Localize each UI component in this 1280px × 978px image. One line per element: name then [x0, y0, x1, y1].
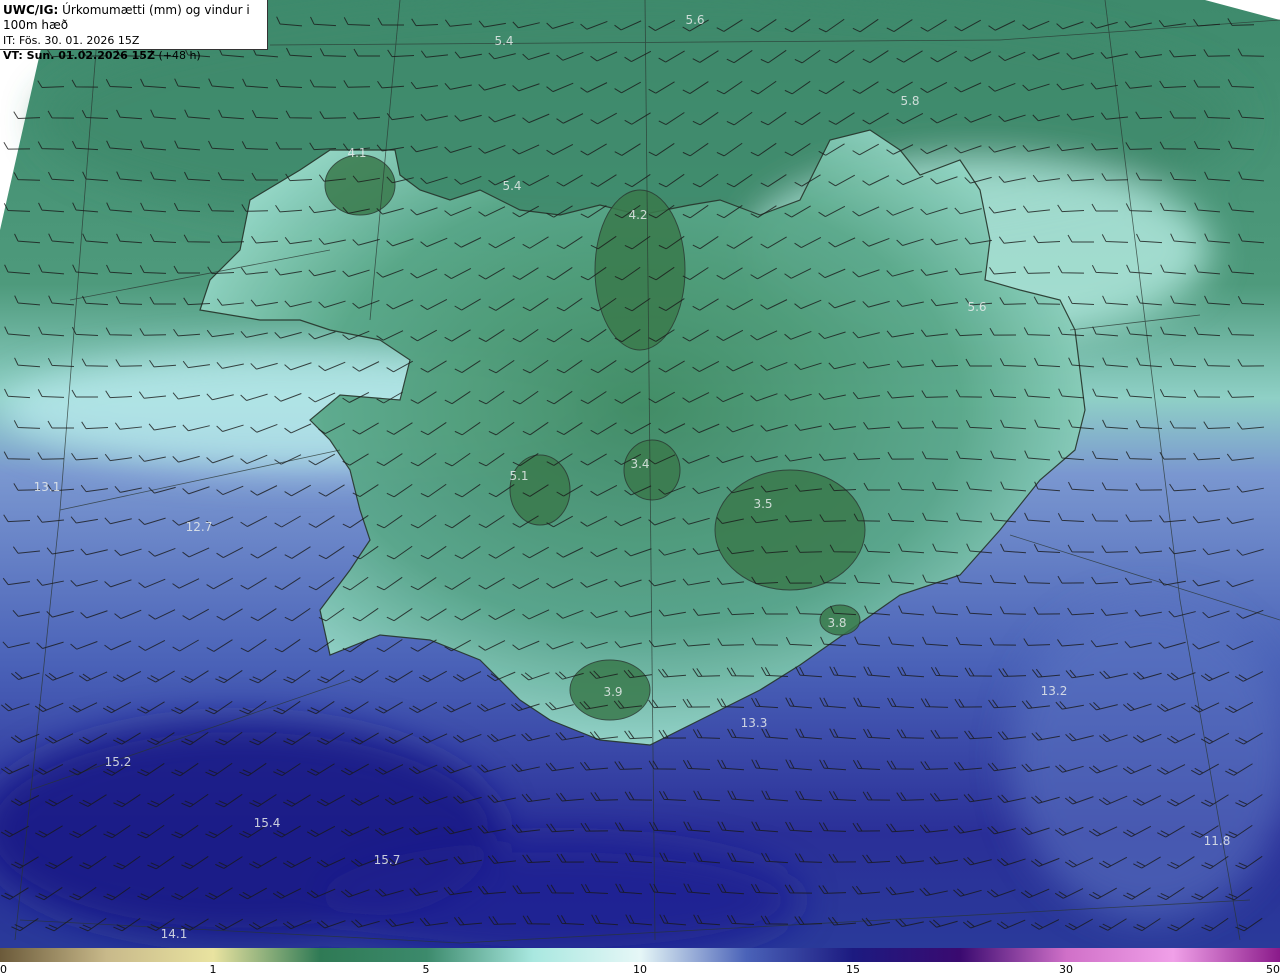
- precip-value-label: 13.1: [34, 480, 61, 494]
- precip-value-label: 11.8: [1204, 834, 1231, 848]
- colorbar-tick-label: 50: [1266, 963, 1280, 976]
- init-time: IT: Fös. 30. 01. 2026 15Z: [3, 34, 140, 47]
- precip-value-label: 5.4: [494, 34, 513, 48]
- colorbar-tick-label: 5: [422, 963, 430, 976]
- precip-value-label: 3.4: [630, 457, 649, 471]
- colorbar: 0 1 5 10 15 30 50: [0, 948, 1280, 978]
- colorbar-tick-label: 0: [0, 963, 7, 976]
- precip-value-label: 13.2: [1041, 684, 1068, 698]
- precip-value-label: 3.8: [827, 616, 846, 630]
- precip-value-label: 15.7: [374, 853, 401, 867]
- precip-value-label: 3.9: [603, 685, 622, 699]
- valid-time: VT: Sun. 01.02.2026 15Z: [3, 49, 155, 62]
- colorbar-tick-label: 15: [846, 963, 860, 976]
- precip-value-label: 14.1: [161, 927, 188, 941]
- precip-value-label: 5.6: [967, 300, 986, 314]
- precip-value-label: 5.1: [509, 469, 528, 483]
- precip-value-label: 5.6: [685, 13, 704, 27]
- precip-value-label: 15.4: [254, 816, 281, 830]
- colorbar-tick-label: 1: [209, 963, 217, 976]
- precip-value-label: 13.3: [741, 716, 768, 730]
- precip-value-label: 4.2: [628, 208, 647, 222]
- colorbar-tick-label: 10: [633, 963, 647, 976]
- precip-value-label: 15.2: [105, 755, 132, 769]
- precip-value-label: 4.1: [347, 146, 366, 160]
- colorbar-tick-label: 30: [1059, 963, 1073, 976]
- map-info-box: UWC/IG: Úrkomumætti (mm) og vindur i 100…: [0, 0, 268, 62]
- precip-value-label: 12.7: [186, 520, 213, 534]
- colorbar-gradient: [0, 948, 1280, 962]
- lead-time: (+48 h): [158, 49, 201, 62]
- precip-value-label: 5.4: [502, 179, 521, 193]
- model-code: UWC/IG:: [3, 3, 59, 17]
- precip-value-label: 3.5: [753, 497, 772, 511]
- precip-value-label: 5.8: [900, 94, 919, 108]
- forecast-map: 5.6 5.4 5.8 4.1 5.4 4.2 5.6 3.4 5.1 3.5 13.1 12.7 3.…: [0, 0, 1280, 948]
